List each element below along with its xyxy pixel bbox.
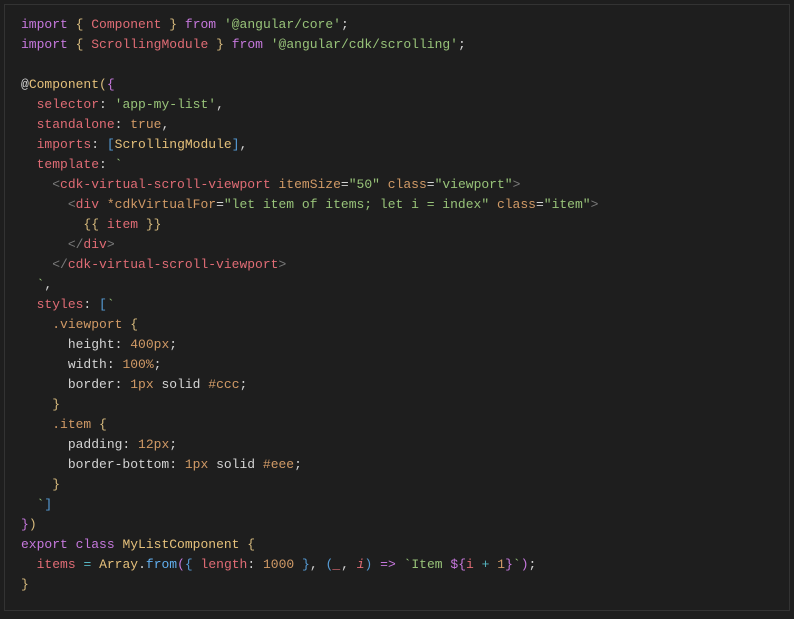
- code-line: {{ item }}: [21, 217, 161, 232]
- code-line: items = Array.from({ length: 1000 }, (_,…: [21, 557, 536, 572]
- code-line: styles: [`: [21, 297, 115, 312]
- code-line: }): [21, 517, 37, 532]
- code-line: <cdk-virtual-scroll-viewport itemSize="5…: [21, 177, 520, 192]
- code-line: @Component({: [21, 77, 115, 92]
- code-line: import { ScrollingModule } from '@angula…: [21, 37, 466, 52]
- code-line: standalone: true,: [21, 117, 169, 132]
- code-line: border-bottom: 1px solid #eee;: [21, 457, 302, 472]
- code-line: </cdk-virtual-scroll-viewport>: [21, 257, 286, 272]
- code-line: </div>: [21, 237, 115, 252]
- code-line: `]: [21, 497, 52, 512]
- code-line: <div *cdkVirtualFor="let item of items; …: [21, 197, 598, 212]
- code-line: }: [21, 397, 60, 412]
- code-line: imports: [ScrollingModule],: [21, 137, 247, 152]
- code-line: .viewport {: [21, 317, 138, 332]
- code-editor: import { Component } from '@angular/core…: [4, 4, 790, 611]
- code-line: }: [21, 577, 29, 592]
- code-line: width: 100%;: [21, 357, 161, 372]
- code-line: template: `: [21, 157, 122, 172]
- code-line: `,: [21, 277, 52, 292]
- code-line: selector: 'app-my-list',: [21, 97, 224, 112]
- code-line: border: 1px solid #ccc;: [21, 377, 247, 392]
- code-line: }: [21, 477, 60, 492]
- code-line: .item {: [21, 417, 107, 432]
- code-line: export class MyListComponent {: [21, 537, 255, 552]
- code-line: import { Component } from '@angular/core…: [21, 17, 349, 32]
- code-line: height: 400px;: [21, 337, 177, 352]
- code-line: padding: 12px;: [21, 437, 177, 452]
